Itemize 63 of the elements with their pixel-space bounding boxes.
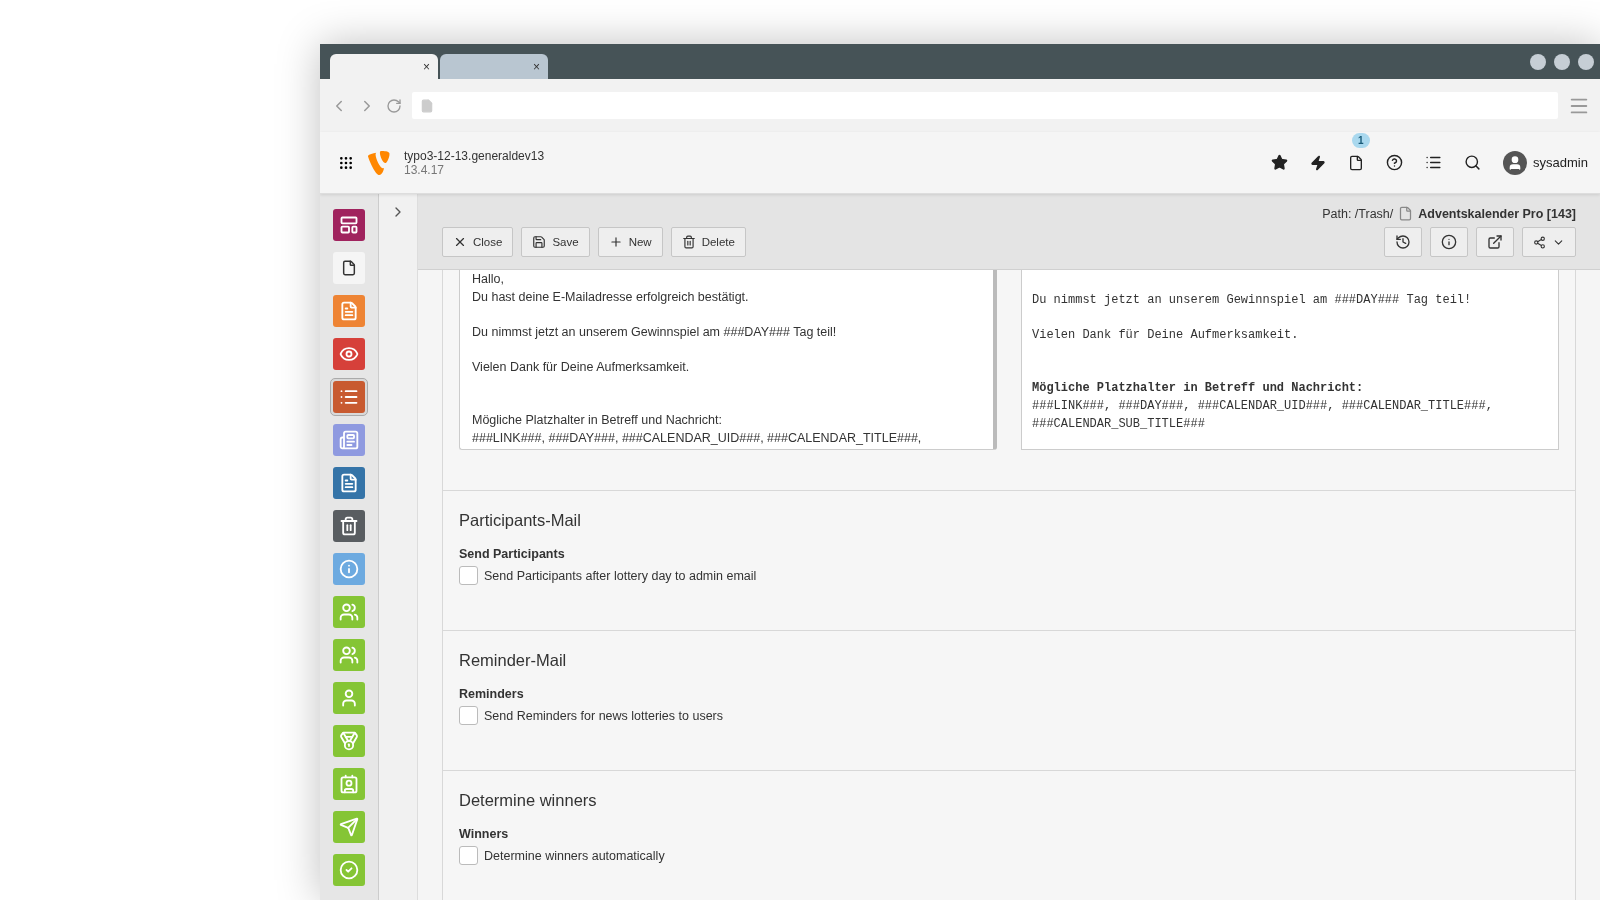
page-icon (1398, 206, 1414, 221)
checkbox[interactable] (459, 706, 478, 725)
message-line: Du hast deine E-Mailadresse erfolgreich bestätigt. (472, 289, 750, 306)
field-label: Winners (459, 827, 510, 841)
message-field[interactable] (459, 270, 997, 450)
preview-line: Vielen Dank für Deine Aufmerksamkeit. (1032, 327, 1300, 344)
preview-line: ###CALENDAR_SUB_TITLE### (1032, 416, 1206, 433)
plus-icon (608, 235, 623, 249)
close-icon (453, 235, 467, 249)
preview-line: ###LINK###, ###DAY###, ###CALENDAR_UID###, ###CALENDAR_TITLE###, (1032, 398, 1494, 415)
notification-badge: 1 (1352, 132, 1370, 148)
trash-icon (681, 235, 696, 249)
open-new-window-button[interactable] (1476, 227, 1514, 257)
window-control-icon[interactable] (1578, 53, 1594, 70)
new-button[interactable]: New (597, 227, 663, 257)
address-field[interactable] (412, 92, 1558, 119)
window-control-icon[interactable] (1554, 53, 1570, 70)
lightning-icon[interactable] (1310, 154, 1327, 171)
checkbox-label: Determine winners automatically (484, 848, 665, 863)
history-icon (1395, 234, 1411, 250)
checkbox-label: Send Reminders for news lotteries to users (484, 708, 723, 723)
list-icon[interactable] (1425, 154, 1443, 171)
typo3-logo-icon (368, 150, 390, 175)
message-line: Hallo, (472, 271, 505, 288)
search-icon[interactable] (1464, 154, 1482, 171)
document-icon[interactable] (1348, 154, 1365, 171)
message-line: Mögliche Platzhalter in Betreff und Nachricht: (472, 412, 723, 429)
share-icon (1533, 235, 1546, 249)
message-line: ###LINK###, ###DAY###, ###CALENDAR_UID###, ###CALENDAR_TITLE###, (472, 430, 923, 447)
page-icon (420, 98, 434, 113)
close-button[interactable]: Close (442, 227, 514, 257)
save-button[interactable]: Save (521, 227, 590, 257)
browser-tab[interactable]: × (440, 54, 548, 79)
apps-grid-icon[interactable] (338, 154, 354, 171)
message-line: Du nimmst jetzt an unserem Gewinnspiel am ###DAY### Tag teil! (472, 324, 838, 341)
field-label: Reminders (459, 687, 525, 701)
section-title: Determine winners (459, 791, 598, 810)
browser-tab[interactable]: × (330, 54, 438, 79)
external-link-icon (1487, 234, 1503, 250)
path-text: Path: /Trash/ (1322, 206, 1394, 221)
avatar-icon (1503, 150, 1528, 175)
section-title: Participants-Mail (459, 511, 582, 530)
field-label: Send Participants (459, 547, 566, 561)
version-text: 13.4.17 (404, 162, 445, 177)
preview-line: Mögliche Platzhalter in Betreff und Nachricht: (1032, 380, 1365, 397)
delete-button[interactable]: Delete (670, 227, 746, 257)
message-line: Vielen Dank für Deine Aufmerksamkeit. (472, 359, 691, 376)
user-menu[interactable]: sysadmin (1503, 150, 1588, 175)
info-button[interactable] (1430, 227, 1468, 257)
window-control-icon[interactable] (1530, 53, 1546, 70)
checkbox-label: Send Participants after lottery day to admin email (484, 568, 757, 583)
section-title: Reminder-Mail (459, 651, 568, 670)
share-button[interactable] (1522, 227, 1576, 257)
checkbox[interactable] (459, 566, 478, 585)
reload-icon[interactable] (386, 97, 402, 114)
checkbox[interactable] (459, 846, 478, 865)
history-button[interactable] (1384, 227, 1422, 257)
help-icon[interactable] (1386, 154, 1404, 171)
preview-line: Du nimmst jetzt an unserem Gewinnspiel am ###DAY### Tag teil! (1032, 292, 1473, 309)
site-name: typo3-12-13.generaldev13 (404, 148, 545, 163)
star-icon[interactable] (1271, 154, 1289, 171)
info-icon (1441, 234, 1457, 250)
record-title: Adventskalender Pro [143] (1418, 206, 1576, 221)
